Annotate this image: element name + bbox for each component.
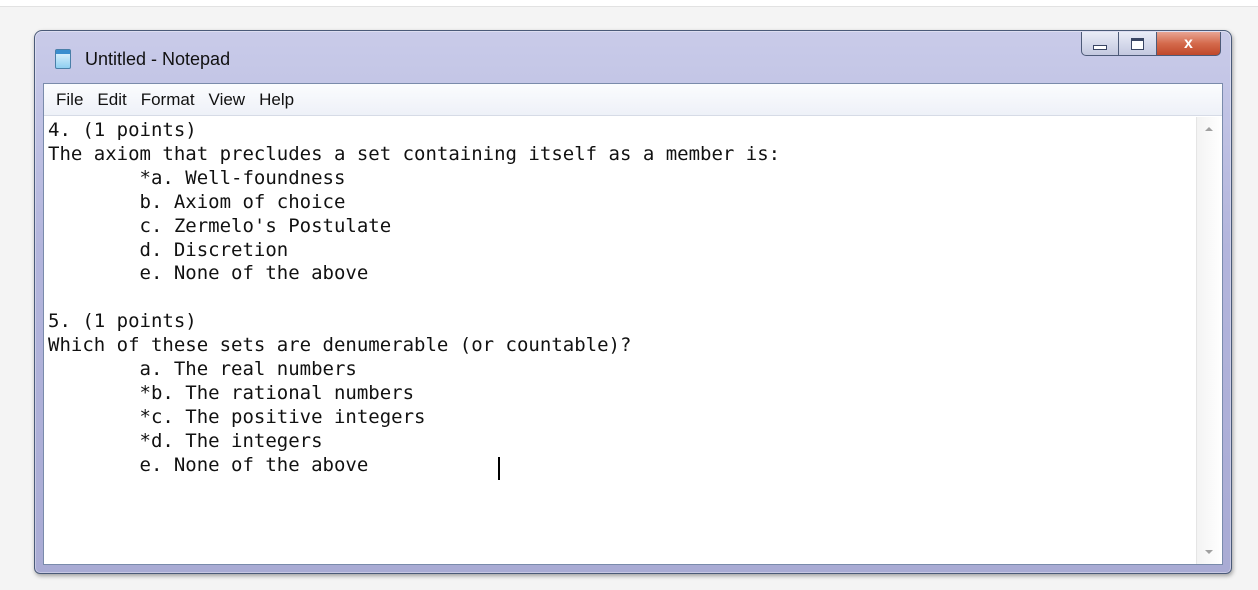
menu-edit[interactable]: Edit xyxy=(90,90,133,110)
page-top-border xyxy=(0,0,1258,7)
close-button[interactable]: x xyxy=(1157,32,1221,56)
maximize-icon xyxy=(1131,37,1144,50)
menu-file[interactable]: File xyxy=(49,90,90,110)
menu-bar: File Edit Format View Help xyxy=(44,84,1222,116)
menu-help[interactable]: Help xyxy=(252,90,301,110)
close-icon: x xyxy=(1184,34,1193,52)
window-controls: x xyxy=(1081,32,1221,56)
window-title: Untitled - Notepad xyxy=(85,49,231,69)
menu-format[interactable]: Format xyxy=(134,90,202,110)
editor-text[interactable]: 4. (1 points) The axiom that precludes a… xyxy=(46,117,1196,478)
notepad-client-area: File Edit Format View Help 4. (1 points)… xyxy=(43,83,1223,565)
minimize-button[interactable] xyxy=(1081,32,1119,56)
title-bar[interactable]: Untitled - Notepad x xyxy=(35,31,1231,83)
vertical-scrollbar[interactable] xyxy=(1196,117,1222,564)
notepad-icon xyxy=(55,49,71,69)
notepad-window: Untitled - Notepad x File Edit Format Vi… xyxy=(34,30,1232,574)
minimize-icon xyxy=(1093,45,1107,50)
maximize-button[interactable] xyxy=(1119,32,1157,56)
scroll-up-arrow-icon[interactable] xyxy=(1205,127,1213,131)
text-editor[interactable]: 4. (1 points) The axiom that precludes a… xyxy=(46,117,1196,562)
scroll-down-arrow-icon[interactable] xyxy=(1205,550,1213,554)
menu-view[interactable]: View xyxy=(202,90,253,110)
text-caret xyxy=(498,457,500,480)
